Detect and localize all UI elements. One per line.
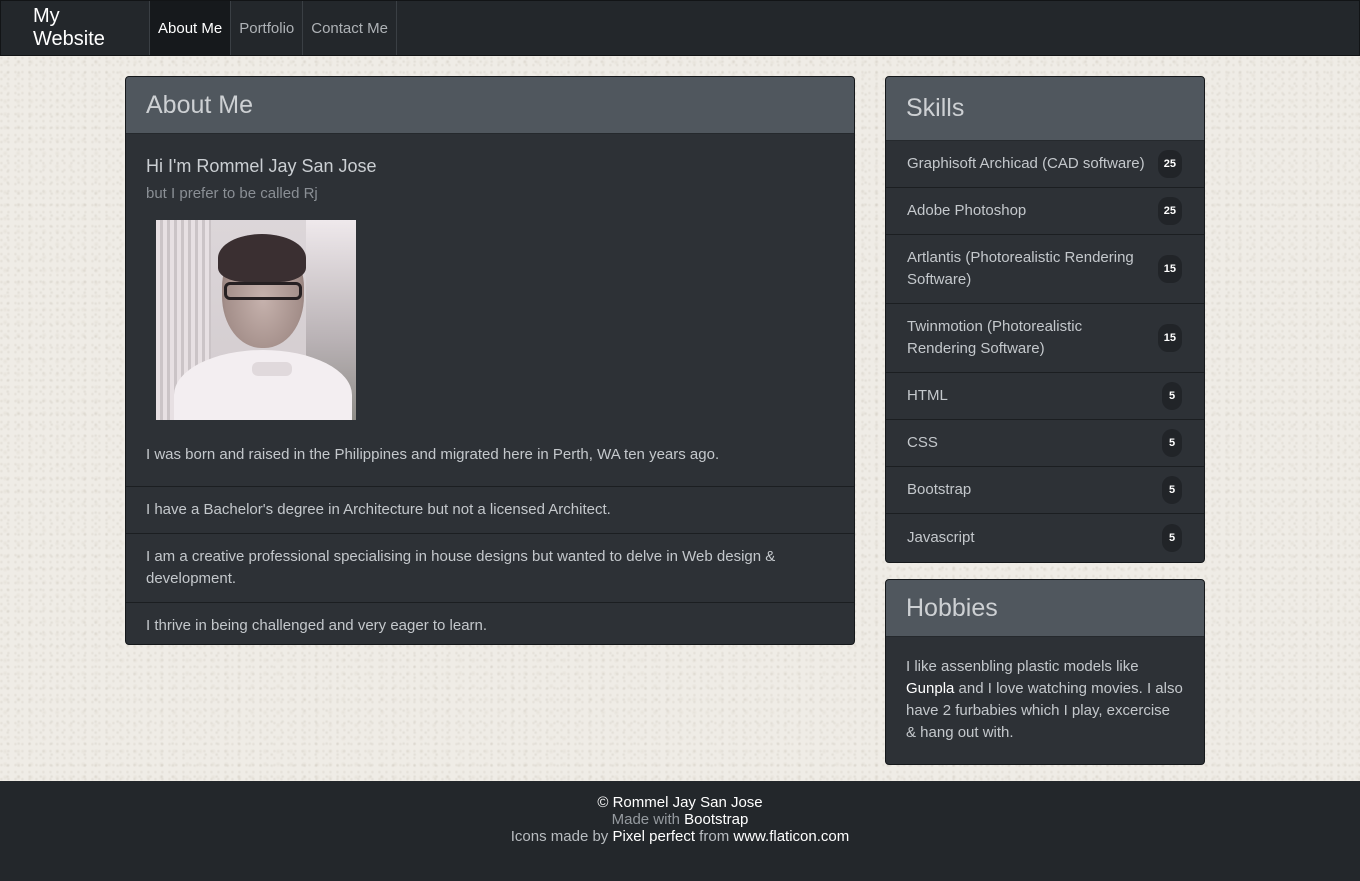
profile-photo (156, 220, 356, 420)
about-subtitle: but I prefer to be called Rj (146, 185, 318, 202)
skill-name: Twinmotion (Photorealistic Rendering Sof… (907, 318, 1083, 357)
hobbies-text: I like assenbling plastic models like Gu… (886, 637, 1204, 763)
footer-icons-from: from (695, 828, 734, 845)
skill-name: Bootstrap (907, 481, 972, 498)
hobbies-text-before: I like assenbling plastic models like (906, 658, 1139, 675)
skill-badge: 25 (1157, 197, 1182, 225)
about-card: About Me Hi I'm Rommel Jay San Jose but … (125, 76, 855, 645)
nav-item-portfolio[interactable]: Portfolio (230, 1, 302, 55)
gunpla-link[interactable]: Gunpla (906, 680, 954, 697)
skill-item: CSS 5 (886, 420, 1204, 467)
skill-item: Graphisoft Archicad (CAD software) 25 (886, 141, 1204, 188)
list-item: I have a Bachelor's degree in Architectu… (126, 487, 854, 534)
about-card-title: About Me (126, 77, 854, 134)
about-intro-text: I was born and raised in the Philippines… (146, 446, 720, 463)
skill-name: Adobe Photoshop (907, 202, 1027, 219)
footer-made-with: Made with (611, 811, 685, 828)
pixel-perfect-link[interactable]: Pixel perfect (612, 828, 695, 845)
skill-item: Artlantis (Photorealistic Rendering Soft… (886, 235, 1204, 304)
nav-item-contact-me[interactable]: Contact Me (302, 1, 397, 55)
skills-card-title: Skills (886, 77, 1204, 141)
footer-copyright: © Rommel Jay San Jose (597, 794, 763, 811)
skill-badge: 5 (1162, 382, 1182, 410)
navbar: My Website About Me Portfolio Contact Me (0, 0, 1360, 56)
skills-card: Skills Graphisoft Archicad (CAD software… (885, 76, 1205, 563)
list-item: I am a creative professional specialisin… (126, 534, 854, 603)
list-item: I thrive in being challenged and very ea… (146, 617, 488, 634)
skill-item: Twinmotion (Photorealistic Rendering Sof… (886, 304, 1204, 373)
skill-name: Javascript (907, 528, 975, 546)
skill-badge: 15 (1157, 255, 1182, 283)
skill-badge: 15 (1157, 324, 1182, 352)
skill-item: Javascript 5 (886, 514, 1204, 561)
skill-badge: 5 (1162, 476, 1182, 504)
footer-icons-by: Icons made by (510, 828, 613, 845)
bootstrap-link[interactable]: Bootstrap (684, 811, 748, 828)
skill-name: CSS (907, 434, 938, 451)
skill-badge: 5 (1162, 429, 1182, 457)
hobbies-card-title: Hobbies (886, 580, 1204, 637)
skill-name: HTML (907, 387, 948, 404)
skill-badge: 25 (1157, 150, 1182, 178)
skill-badge: 5 (1162, 523, 1182, 552)
footer: © Rommel Jay San Jose Made with Bootstra… (0, 781, 1360, 881)
brand-link[interactable]: My Website (1, 1, 149, 55)
hobbies-card: Hobbies I like assenbling plastic models… (885, 579, 1205, 765)
nav-item-about-me[interactable]: About Me (149, 1, 231, 55)
flaticon-link[interactable]: www.flaticon.com (733, 828, 849, 845)
skill-item: Bootstrap 5 (886, 467, 1204, 514)
skill-item: HTML 5 (886, 373, 1204, 420)
skill-name: Graphisoft Archicad (CAD software) (907, 155, 1145, 172)
skill-name: Artlantis (Photorealistic Rendering Soft… (907, 249, 1134, 288)
about-list: I have a Bachelor's degree in Architectu… (126, 486, 854, 644)
about-greeting: Hi I'm Rommel Jay San Jose (146, 156, 377, 176)
skill-item: Adobe Photoshop 25 (886, 188, 1204, 235)
